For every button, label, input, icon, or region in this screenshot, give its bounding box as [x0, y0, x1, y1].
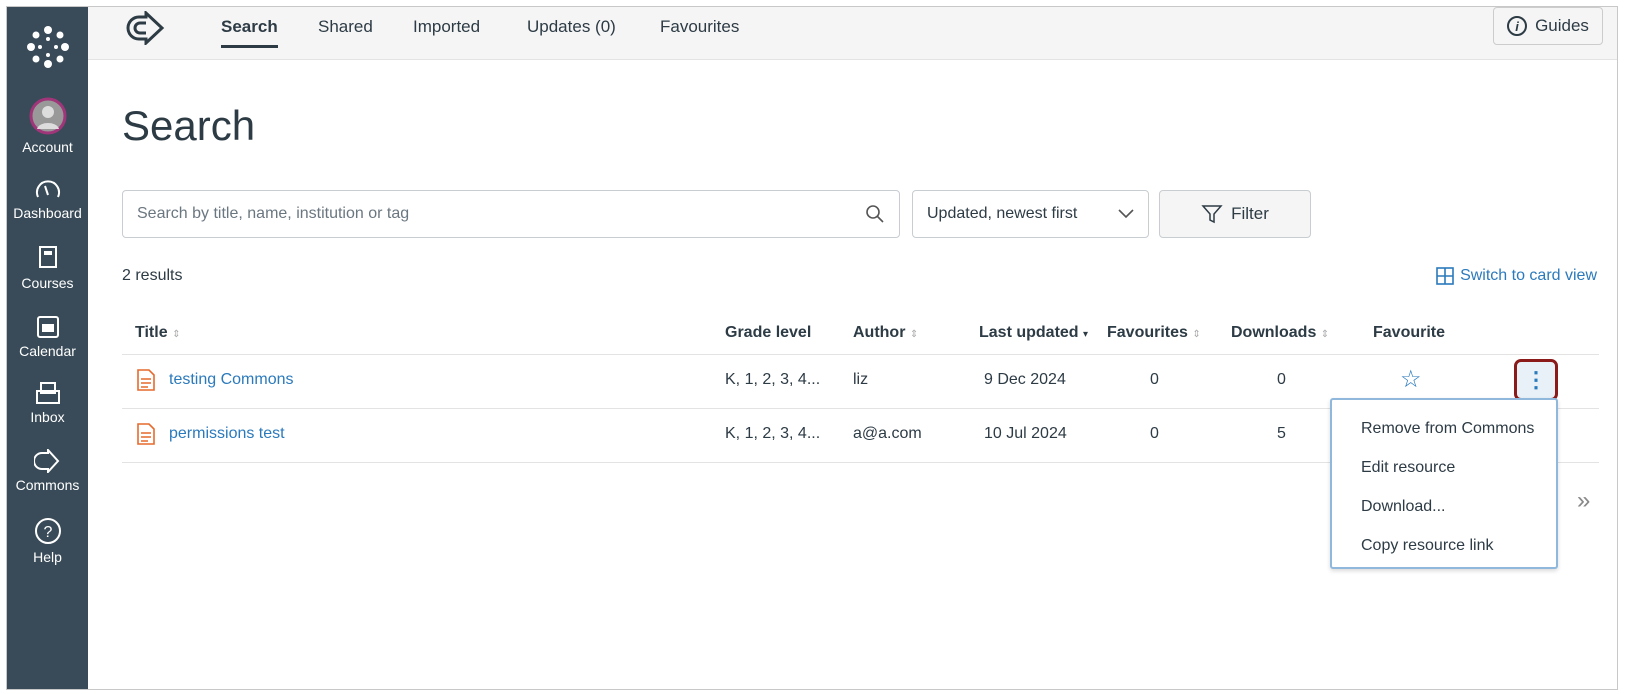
star-icon[interactable]: ☆: [1400, 365, 1422, 394]
menu-item-remove[interactable]: Remove from Commons: [1361, 420, 1534, 438]
info-icon: i: [1507, 16, 1528, 36]
nav-label: Commons: [15, 477, 80, 493]
search-placeholder: Search by title, name, institution or ta…: [137, 205, 410, 222]
grid-icon: [1436, 267, 1454, 285]
svg-text:?: ?: [43, 524, 52, 541]
dashboard-icon: [35, 180, 60, 198]
chevron-double-right-icon[interactable]: »: [1577, 487, 1590, 515]
canvas-logo-icon: [26, 26, 69, 68]
nav-inbox[interactable]: Inbox: [7, 381, 88, 425]
commons-header: Search Shared Imported Updates (0) Favou…: [88, 7, 1617, 60]
canvas-logo[interactable]: [7, 25, 88, 73]
switch-view-label: Switch to card view: [1460, 267, 1597, 284]
sort-value: Updated, newest first: [927, 205, 1078, 222]
commons-logo-icon[interactable]: [126, 11, 168, 45]
tab-updates[interactable]: Updates (0): [527, 17, 616, 45]
results-count: 2 results: [122, 267, 183, 284]
col-favourites[interactable]: Favourites ⇕: [1107, 324, 1201, 342]
col-author[interactable]: Author ⇕: [853, 324, 918, 342]
filter-label: Filter: [1231, 204, 1269, 223]
nav-label: Help: [33, 549, 62, 565]
more-options-button[interactable]: ⋮: [1514, 359, 1558, 401]
menu-item-edit[interactable]: Edit resource: [1361, 459, 1455, 477]
inbox-icon: [35, 382, 60, 404]
downloads-count: 5: [1277, 425, 1286, 442]
tab-favourites[interactable]: Favourites: [660, 17, 739, 45]
nav-account[interactable]: Account: [7, 97, 88, 155]
col-favourite: Favourite: [1373, 324, 1446, 341]
help-icon: ?: [34, 518, 61, 544]
grade-level: K, 1, 2, 3, 4...: [725, 371, 821, 388]
nav-label: Dashboard: [13, 205, 82, 221]
tab-imported[interactable]: Imported: [413, 17, 480, 45]
calendar-icon: [36, 316, 59, 338]
document-icon: [137, 423, 155, 445]
col-downloads[interactable]: Downloads ⇕: [1231, 324, 1329, 342]
avatar: [29, 97, 66, 135]
favourites-count: 0: [1150, 371, 1159, 388]
sort-select[interactable]: Updated, newest first: [912, 190, 1149, 238]
chevron-down-icon: [1118, 209, 1134, 219]
filter-button[interactable]: Filter: [1159, 190, 1311, 238]
col-grade-level: Grade level: [725, 324, 812, 341]
tab-shared[interactable]: Shared: [318, 17, 373, 45]
author: a@a.com: [853, 425, 922, 442]
global-nav: Account Dashboard Courses Calendar Inbox…: [7, 7, 88, 689]
nav-dashboard[interactable]: Dashboard: [7, 177, 88, 221]
favourites-count: 0: [1150, 425, 1159, 442]
nav-label: Inbox: [30, 409, 65, 425]
menu-item-download[interactable]: Download...: [1361, 498, 1446, 516]
menu-item-copy-link[interactable]: Copy resource link: [1361, 537, 1494, 555]
filter-icon: [1201, 205, 1223, 224]
col-title[interactable]: Title ⇕: [135, 324, 180, 342]
resource-title-link[interactable]: testing Commons: [169, 371, 294, 389]
search-input[interactable]: Search by title, name, institution or ta…: [122, 190, 900, 238]
nav-help[interactable]: ? Help: [7, 517, 88, 565]
author: liz: [853, 371, 869, 388]
nav-courses[interactable]: Courses: [7, 245, 88, 291]
grade-level: K, 1, 2, 3, 4...: [725, 425, 821, 442]
nav-label: Account: [22, 139, 73, 155]
divider: [122, 354, 1599, 355]
kebab-icon: ⋮: [1525, 367, 1547, 392]
commons-icon: [33, 449, 59, 473]
resource-title-link[interactable]: permissions test: [169, 425, 285, 443]
tab-search[interactable]: Search: [221, 17, 278, 48]
guides-label: Guides: [1535, 16, 1589, 35]
nav-label: Courses: [21, 275, 74, 291]
downloads-count: 0: [1277, 371, 1286, 388]
search-icon[interactable]: [865, 204, 885, 224]
document-icon: [137, 369, 155, 391]
nav-commons[interactable]: Commons: [7, 449, 88, 493]
switch-to-card-view[interactable]: Switch to card view: [1436, 267, 1597, 285]
nav-calendar[interactable]: Calendar: [7, 313, 88, 359]
nav-label: Calendar: [19, 343, 76, 359]
guides-button[interactable]: i Guides: [1493, 7, 1603, 45]
app-window: Account Dashboard Courses Calendar Inbox…: [6, 6, 1618, 690]
page-title: Search: [122, 102, 256, 149]
last-updated: 9 Dec 2024: [984, 371, 1066, 388]
last-updated: 10 Jul 2024: [984, 425, 1067, 442]
courses-icon: [38, 246, 57, 268]
more-options-menu: Remove from Commons Edit resource Downlo…: [1330, 398, 1558, 569]
col-last-updated[interactable]: Last updated ▾: [979, 324, 1088, 342]
